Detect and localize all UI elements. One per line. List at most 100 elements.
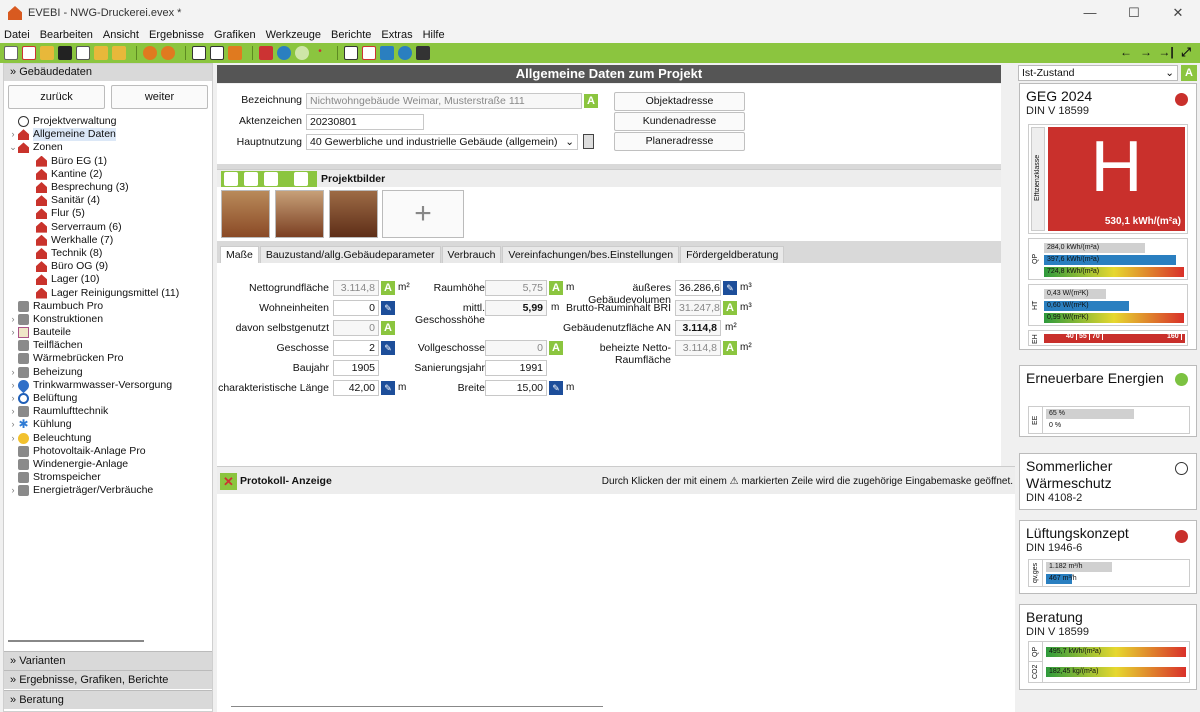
- expand-arrow-icon[interactable]: ›: [8, 326, 18, 339]
- sidebar-section-varianten[interactable]: » Varianten: [4, 651, 212, 670]
- tree-item[interactable]: Windenergie-Anlage: [4, 458, 212, 471]
- tree-item[interactable]: Besprechung (3): [4, 181, 212, 194]
- edit-pen-icon[interactable]: ✎: [381, 341, 395, 355]
- numeric-field[interactable]: 3.114,8: [675, 340, 721, 356]
- tree-item[interactable]: Büro EG (1): [4, 155, 212, 168]
- tree-item[interactable]: Flur (5): [4, 207, 212, 220]
- tree-item[interactable]: Büro OG (9): [4, 260, 212, 273]
- collapse-icon[interactable]: →|: [1156, 45, 1176, 60]
- menu-ansicht[interactable]: Ansicht: [103, 29, 139, 41]
- variant-select[interactable]: Ist-Zustand ⌄: [1018, 65, 1178, 81]
- sidebar-section-ergebnisse[interactable]: » Ergebnisse, Grafiken, Berichte: [4, 670, 212, 689]
- sort-image-icon[interactable]: [264, 172, 278, 186]
- tree-item[interactable]: Projektverwaltung: [4, 115, 212, 128]
- kundenadresse-button[interactable]: Kundenadresse: [614, 112, 745, 131]
- numeric-field[interactable]: 3.114,8: [333, 280, 379, 296]
- numeric-field[interactable]: 36.286,6: [675, 280, 721, 296]
- auto-button[interactable]: A: [723, 301, 737, 315]
- project-image-3[interactable]: [329, 190, 378, 238]
- expand-arrow-icon[interactable]: ›: [8, 128, 18, 141]
- menu-werkzeuge[interactable]: Werkzeuge: [266, 29, 321, 41]
- tab-masse[interactable]: Maße: [220, 246, 259, 263]
- lueftung-card[interactable]: Lüftungskonzept DIN 1946-6 qv,ges 1.182 …: [1019, 520, 1197, 594]
- save-icon[interactable]: [58, 46, 72, 60]
- add-image-icon[interactable]: [224, 172, 238, 186]
- numeric-field[interactable]: 0: [333, 320, 379, 336]
- sigma-icon[interactable]: [228, 46, 242, 60]
- device-icon[interactable]: [416, 46, 430, 60]
- hauptnutzung-select[interactable]: 40 Gewerbliche und industrielle Gebäude …: [306, 134, 578, 150]
- protokoll-scrollbar[interactable]: [231, 706, 603, 707]
- edit-pen-icon[interactable]: ✎: [381, 301, 395, 315]
- pdf-icon[interactable]: [362, 46, 376, 60]
- tree-item[interactable]: Serverraum (6): [4, 221, 212, 234]
- export-image-icon[interactable]: [294, 172, 308, 186]
- tree-item[interactable]: Kantine (2): [4, 168, 212, 181]
- numeric-field[interactable]: 0: [333, 300, 379, 316]
- tree-item[interactable]: Werkhalle (7): [4, 234, 212, 247]
- expand-arrow-icon[interactable]: ›: [8, 366, 18, 379]
- redo-icon[interactable]: [161, 46, 175, 60]
- menu-berichte[interactable]: Berichte: [331, 29, 371, 41]
- tab-vereinfachungen[interactable]: Vereinfachungen/bes.Einstellungen: [502, 246, 680, 263]
- copy-icon[interactable]: [76, 46, 90, 60]
- tree-item[interactable]: › Beleuchtung: [4, 432, 212, 445]
- numeric-field[interactable]: 1991: [485, 360, 547, 376]
- tree-item[interactable]: Teilflächen: [4, 339, 212, 352]
- menu-datei[interactable]: Datei: [4, 29, 30, 41]
- delete-image-icon[interactable]: [244, 172, 258, 186]
- ee-card[interactable]: Erneuerbare Energien EE 65 % 0 %: [1019, 365, 1197, 437]
- numeric-field[interactable]: 31.247,8: [675, 300, 721, 316]
- tree-item[interactable]: › Trinkwarmwasser-Versorgung: [4, 377, 212, 394]
- tree-item[interactable]: › Konstruktionen: [4, 313, 212, 326]
- expand-arrow-icon[interactable]: ›: [8, 379, 18, 392]
- maximize-button[interactable]: ☐: [1112, 0, 1156, 26]
- expand-arrow-icon[interactable]: ›: [8, 418, 18, 431]
- forward-arrow-icon[interactable]: →: [1136, 45, 1156, 60]
- zoom-icon[interactable]: [295, 46, 309, 60]
- expand-icon[interactable]: ⤢: [1176, 45, 1196, 60]
- tree-item[interactable]: › Raumlufttechnik: [4, 405, 212, 418]
- report-icon[interactable]: [192, 46, 206, 60]
- tree-item[interactable]: Raumbuch Pro: [4, 300, 212, 313]
- auto-button[interactable]: A: [723, 341, 737, 355]
- calc-h-icon[interactable]: [210, 46, 224, 60]
- tree-item[interactable]: Photovoltaik-Anlage Pro: [4, 445, 212, 458]
- numeric-field[interactable]: 0: [485, 340, 547, 356]
- auto-button[interactable]: A: [584, 94, 598, 108]
- tab-bauzustand[interactable]: Bauzustand/allg.Gebäudeparameter: [259, 246, 441, 263]
- calculator-icon[interactable]: [583, 134, 594, 149]
- edit-pen-icon[interactable]: ✎: [381, 381, 395, 395]
- close-icon[interactable]: ✕: [220, 473, 237, 490]
- bezeichnung-field[interactable]: Nichtwohngebäude Weimar, Musterstraße 11…: [306, 93, 582, 109]
- numeric-field[interactable]: 5,99: [485, 300, 547, 316]
- forward-button[interactable]: weiter: [111, 85, 208, 109]
- beratung-card[interactable]: Beratung DIN V 18599 QP CO2 495,7 kWh/(m…: [1019, 604, 1197, 690]
- globe-icon[interactable]: [277, 46, 291, 60]
- tree-item[interactable]: › Energieträger/Verbräuche: [4, 484, 212, 497]
- planeradresse-button[interactable]: Planeradresse: [614, 132, 745, 151]
- tree-item[interactable]: Technik (8): [4, 247, 212, 260]
- tree-item[interactable]: Lager (10): [4, 273, 212, 286]
- undo-icon[interactable]: [143, 46, 157, 60]
- tree-item[interactable]: Sanitär (4): [4, 194, 212, 207]
- tree-item[interactable]: › Belüftung: [4, 392, 212, 405]
- numeric-field[interactable]: 42,00: [333, 380, 379, 396]
- new-project-icon[interactable]: [22, 46, 36, 60]
- geg-card[interactable]: GEG 2024 DIN V 18599 Effizienzklasse H 5…: [1019, 83, 1197, 350]
- tree-item[interactable]: › Beheizung: [4, 366, 212, 379]
- project-image-2[interactable]: [275, 190, 324, 238]
- numeric-field[interactable]: 5,75: [485, 280, 547, 296]
- edit-pen-icon[interactable]: ✎: [549, 381, 563, 395]
- menu-hilfe[interactable]: Hilfe: [423, 29, 445, 41]
- expand-arrow-icon[interactable]: ›: [8, 405, 18, 418]
- back-button[interactable]: zurück: [8, 85, 105, 109]
- minimize-button[interactable]: —: [1068, 0, 1112, 26]
- open-folder-icon[interactable]: [40, 46, 54, 60]
- auto-button[interactable]: A: [381, 281, 395, 295]
- tree-item[interactable]: Stromspeicher: [4, 471, 212, 484]
- expand-arrow-icon[interactable]: ›: [8, 392, 18, 405]
- expand-arrow-icon[interactable]: ›: [8, 432, 18, 445]
- add-image-button[interactable]: +: [382, 190, 464, 238]
- auto-button[interactable]: A: [381, 321, 395, 335]
